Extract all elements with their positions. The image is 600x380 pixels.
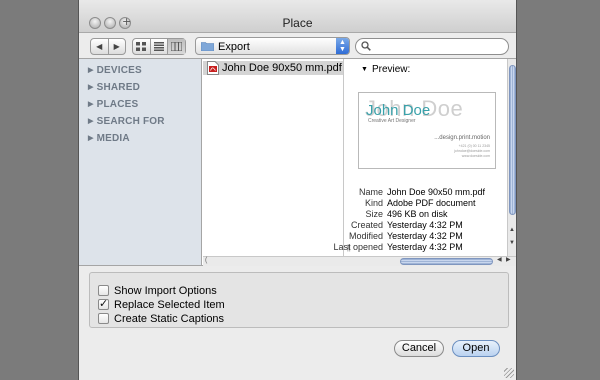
info-value: John Doe 90x50 mm.pdf — [387, 187, 486, 197]
info-key: Modified — [348, 231, 383, 241]
info-key: Created — [350, 220, 383, 230]
sidebar-item-shared[interactable]: ▶ SHARED — [88, 82, 140, 93]
info-key: Last opened — [333, 242, 383, 252]
disclosure-triangle-icon: ▶ — [88, 135, 94, 142]
scroll-left-arrow-icon[interactable]: ◀ — [497, 256, 502, 263]
checkbox-label: Create Static Captions — [114, 312, 225, 325]
card-role: Creative Art Designer — [368, 118, 416, 124]
sidebar-item-label: PLACES — [96, 99, 139, 110]
info-row-kind: Kind Adobe PDF document — [346, 198, 506, 209]
sidebar-item-media[interactable]: ▶ MEDIA — [88, 133, 130, 144]
back-arrow-icon[interactable]: ◀ — [91, 39, 108, 54]
file-name: John Doe 90x50 mm.pdf — [222, 62, 342, 74]
location-label: Export — [218, 41, 250, 53]
create-static-captions-checkbox[interactable]: Create Static Captions — [98, 312, 224, 325]
scroll-down-arrow-icon[interactable]: ▼ — [509, 240, 515, 246]
info-value: Yesterday 4:32 PM — [387, 231, 463, 241]
horizontal-scrollbar[interactable]: ( ◀ ▶ — [203, 256, 516, 266]
preview-thumbnail: John Doe John Doe Creative Art Designer … — [358, 92, 496, 169]
sidebar-item-devices[interactable]: ▶ DEVICES — [88, 65, 142, 76]
card-name: John Doe — [366, 102, 431, 119]
sidebar: ▶ DEVICES ▶ SHARED ▶ PLACES ▶ SEARCH FOR ▶ ME… — [79, 59, 202, 265]
location-popup[interactable]: Export ▲ ▼ — [195, 37, 350, 55]
info-value: Yesterday 4:32 PM — [387, 220, 463, 230]
preview-label: Preview: — [371, 64, 411, 75]
preview-pane: ▼ Preview: John Doe John Doe Creative Art… — [333, 59, 508, 256]
scroll-up-arrow-icon[interactable]: ▲ — [509, 227, 515, 233]
folder-icon — [200, 41, 215, 54]
search-field[interactable] — [355, 38, 509, 55]
chevron-updown-icon: ▲ ▼ — [336, 38, 349, 54]
card-contact-line: www.doeside.com — [461, 154, 490, 158]
info-key: Name — [358, 187, 383, 197]
info-row-created: Created Yesterday 4:32 PM — [346, 220, 506, 231]
checkbox-box[interactable] — [98, 285, 109, 296]
sidebar-item-search-for[interactable]: ▶ SEARCH FOR — [88, 116, 165, 127]
horizontal-scroll-thumb[interactable] — [400, 258, 493, 265]
window-title: Place — [282, 16, 313, 30]
disclosure-triangle-icon[interactable]: ▼ — [361, 66, 368, 73]
show-import-options-checkbox[interactable]: Show Import Options — [98, 284, 217, 297]
forward-arrow-icon[interactable]: ▶ — [107, 39, 126, 54]
file-browser: ▶ DEVICES ▶ SHARED ▶ PLACES ▶ SEARCH FOR ▶ ME… — [79, 58, 516, 266]
import-options-panel: Show Import Options Replace Selected Ite… — [89, 272, 509, 328]
file-row[interactable]: John Doe 90x50 mm.pdf — [203, 61, 343, 75]
toolbar: ◀ ▶ Export ▲ ▼ — [79, 34, 516, 58]
info-row-last-opened: Last opened Yesterday 4:32 PM — [333, 242, 506, 253]
disclosure-triangle-icon: ▶ — [88, 118, 94, 125]
sidebar-item-label: MEDIA — [96, 133, 130, 144]
sidebar-item-places[interactable]: ▶ PLACES — [88, 99, 138, 110]
checkbox-box[interactable] — [98, 297, 109, 310]
info-value: Adobe PDF document — [387, 198, 476, 208]
place-dialog: Place ◀ ▶ Export ▲▼ — [78, 0, 517, 380]
info-value: Yesterday 4:32 PM — [387, 242, 463, 252]
list-view-icon[interactable] — [149, 39, 168, 54]
title-bar: Place — [79, 0, 516, 33]
card-contact: +421 (0) 00 11 2345 johndoe@doeside.com … — [454, 144, 490, 159]
open-button[interactable]: Open — [452, 340, 500, 357]
info-value: 496 KB on disk — [387, 209, 448, 219]
disclosure-triangle-icon: ▶ — [88, 84, 94, 91]
resize-grip-icon[interactable] — [504, 368, 514, 378]
info-key: Kind — [364, 198, 383, 208]
file-column: John Doe 90x50 mm.pdf — [203, 59, 344, 256]
disclosure-triangle-icon: ▶ — [88, 101, 94, 108]
search-icon — [361, 41, 371, 54]
vertical-scroll-thumb[interactable] — [509, 65, 516, 215]
search-input[interactable] — [372, 40, 502, 53]
info-key: Size — [365, 209, 383, 219]
info-row-size: Size 496 KB on disk — [346, 209, 506, 220]
replace-selected-item-checkbox[interactable]: Replace Selected Item — [98, 297, 225, 311]
sidebar-item-label: SEARCH FOR — [96, 116, 165, 127]
scroll-left-cap-icon: ( — [205, 257, 208, 264]
vertical-scrollbar[interactable]: ▲ ▼ — [507, 59, 516, 256]
icon-view-icon[interactable] — [133, 39, 150, 54]
info-row-modified: Modified Yesterday 4:32 PM — [346, 231, 506, 242]
cancel-button[interactable]: Cancel — [394, 340, 444, 357]
column-view-icon[interactable] — [167, 39, 186, 54]
checkbox-label: Show Import Options — [114, 284, 217, 297]
preview-header: ▼ Preview: — [361, 64, 410, 75]
card-tagline: ...design.print.motion — [434, 135, 490, 141]
checkbox-label: Replace Selected Item — [114, 298, 225, 311]
view-mode-buttons — [132, 38, 186, 55]
navigation-buttons: ◀ ▶ — [90, 38, 126, 55]
checkbox-box[interactable] — [98, 313, 109, 324]
sidebar-item-label: DEVICES — [96, 65, 142, 76]
disclosure-triangle-icon: ▶ — [88, 67, 94, 74]
info-row-name: Name John Doe 90x50 mm.pdf — [346, 187, 506, 198]
sidebar-item-label: SHARED — [96, 82, 141, 93]
scroll-right-arrow-icon[interactable]: ▶ — [506, 256, 511, 263]
pdf-file-icon — [207, 61, 219, 78]
